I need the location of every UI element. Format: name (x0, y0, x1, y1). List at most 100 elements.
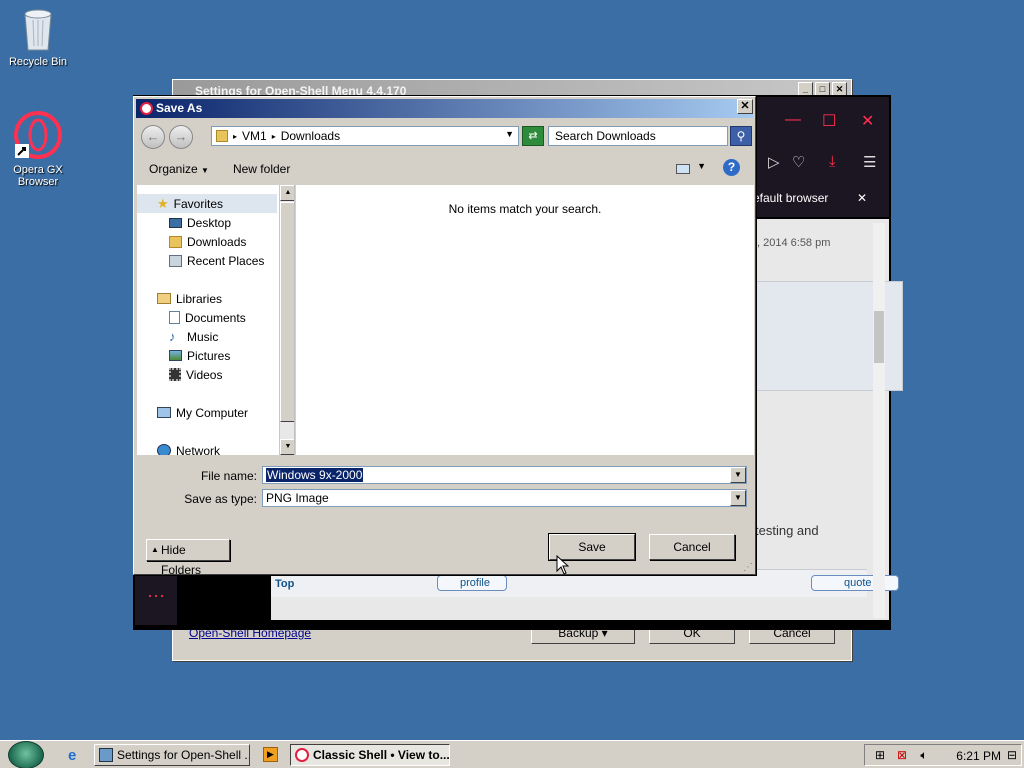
security-tray-icon[interactable]: ⊠ (895, 748, 909, 762)
cancel-label: Cancel (673, 540, 711, 554)
save-as-titlebar[interactable]: Save As (136, 99, 753, 118)
new-folder-button[interactable]: New folder (221, 162, 302, 176)
send-icon[interactable]: ▷ (768, 153, 780, 171)
top-link[interactable]: Top (275, 578, 294, 590)
address-bar[interactable]: ▸ VM1 ▸ Downloads ▼ (211, 126, 519, 146)
dialog-title: Save As (156, 101, 203, 115)
opera-taskbar-icon (295, 748, 309, 762)
maximize-button[interactable]: □ (815, 82, 830, 96)
organize-menu[interactable]: Organize ▼ (137, 162, 221, 176)
save-as-type-dropdown-icon[interactable]: ▼ (730, 490, 746, 506)
opera-scroll-thumb[interactable] (874, 311, 884, 363)
start-button[interactable] (8, 741, 44, 768)
search-input[interactable]: Search Downloads (548, 126, 728, 146)
nav-label: Desktop (187, 215, 232, 230)
search-icon[interactable]: ⚲ (730, 126, 752, 146)
nav-label: Network (176, 443, 221, 456)
breadcrumb-vm1[interactable]: VM1 (242, 129, 267, 143)
ie-quicklaunch-icon[interactable]: e (68, 747, 76, 764)
opera-sidebar-menu-icon[interactable]: ··· (135, 575, 177, 625)
banner-text: efault browser (753, 191, 829, 205)
chevron-up-icon: ▲ (151, 545, 159, 554)
scroll-down-icon[interactable]: ▼ (280, 439, 294, 455)
desktop-icon (169, 217, 182, 228)
file-name-input[interactable]: Windows 9x-2000 ▼ (262, 466, 747, 484)
navigation-pane: ★ Favorites Desktop Downloads Recent Pla… (137, 185, 295, 455)
folder-icon (216, 130, 228, 142)
show-desktop-icon[interactable]: ⊟ (1005, 748, 1019, 762)
media-quicklaunch-icon[interactable]: ▶ (263, 747, 278, 762)
breadcrumb-downloads[interactable]: Downloads (281, 129, 340, 143)
banner-close-icon[interactable]: ✕ (857, 191, 867, 205)
desktop-icon-recycle-bin[interactable]: Recycle Bin (0, 6, 76, 68)
post-body-text: testing and (755, 523, 819, 538)
nav-item-my-computer[interactable]: My Computer (137, 403, 248, 422)
opera-close-icon[interactable]: ✕ (861, 111, 874, 131)
nav-item-downloads[interactable]: Downloads (137, 232, 246, 251)
opera-minimize-icon[interactable]: — (785, 111, 801, 129)
mouse-cursor-icon (556, 555, 569, 575)
settings-app-icon (99, 748, 113, 762)
taskbar-item-opera[interactable]: Classic Shell • View to... (290, 744, 450, 766)
download-icon[interactable]: ⤓ (829, 153, 836, 170)
view-dropdown-icon[interactable]: ▼ (697, 161, 706, 171)
save-as-type-select[interactable]: PNG Image ▼ (262, 489, 747, 507)
breadcrumb-chevron-icon[interactable]: ▸ (272, 132, 276, 141)
nav-item-network[interactable]: Network (137, 441, 220, 455)
nav-item-favorites[interactable]: ★ Favorites (137, 194, 277, 213)
nav-item-videos[interactable]: Videos (137, 365, 222, 384)
videos-icon (169, 368, 181, 381)
nav-scrollbar[interactable]: ▲ ▼ (279, 185, 294, 455)
nav-item-desktop[interactable]: Desktop (137, 213, 231, 232)
nav-item-documents[interactable]: Documents (137, 308, 246, 327)
easy-setup-icon[interactable]: ☰ (863, 153, 876, 171)
opera-app-icon (140, 102, 153, 115)
scroll-up-icon[interactable]: ▲ (280, 185, 294, 201)
taskbar-item-label: Classic Shell • View to... (313, 748, 450, 762)
volume-tray-icon[interactable]: 🔈︎ (917, 748, 931, 762)
cancel-button[interactable]: Cancel (649, 534, 735, 560)
nav-label: Videos (186, 367, 223, 382)
nav-item-music[interactable]: ♪ Music (137, 327, 218, 346)
refresh-button[interactable]: ⇄ (522, 126, 544, 146)
file-name-label: File name: (200, 469, 257, 483)
profile-button[interactable]: profile (437, 575, 507, 591)
nav-item-pictures[interactable]: Pictures (137, 346, 230, 365)
search-placeholder: Search Downloads (555, 129, 656, 143)
nav-label: Music (187, 329, 219, 344)
taskbar: e Settings for Open-Shell ... ▶ Classic … (0, 740, 1024, 768)
nav-label: Recent Places (187, 253, 265, 268)
nav-scroll-thumb[interactable] (280, 202, 294, 422)
nav-item-recent-places[interactable]: Recent Places (137, 251, 264, 270)
heart-icon[interactable]: ♡ (792, 153, 805, 171)
quote-button[interactable]: quote (811, 575, 899, 591)
taskbar-item-settings[interactable]: Settings for Open-Shell ... (94, 744, 250, 766)
desktop-icon-opera-gx[interactable]: Opera GX Browser (0, 110, 76, 188)
save-as-type-value: PNG Image (266, 491, 329, 505)
computer-icon (157, 407, 171, 418)
command-bar: Organize ▼ New folder ▼ ? (137, 155, 752, 183)
address-dropdown-icon[interactable]: ▼ (505, 129, 514, 139)
file-list-pane[interactable]: No items match your search. (296, 185, 754, 455)
dialog-close-button[interactable]: ✕ (737, 99, 753, 114)
taskbar-item-label: Settings for Open-Shell ... (117, 748, 250, 762)
clock[interactable]: 6:21 PM (956, 749, 1001, 763)
close-button[interactable]: ✕ (832, 82, 847, 96)
resize-grip-icon[interactable]: ⋰ (743, 562, 753, 573)
view-icon[interactable] (676, 164, 690, 174)
forward-button[interactable]: → (169, 125, 193, 149)
default-browser-banner: efault browser (753, 187, 853, 209)
file-name-dropdown-icon[interactable]: ▼ (730, 467, 746, 483)
opera-scrollbar[interactable] (873, 223, 885, 618)
help-icon[interactable]: ? (723, 159, 740, 176)
hide-folders-button[interactable]: ▲ Hide Folders (146, 539, 230, 577)
nav-item-libraries[interactable]: Libraries (137, 289, 222, 308)
nav-label: Documents (185, 310, 246, 325)
nav-label: My Computer (176, 405, 249, 420)
back-button[interactable]: ← (141, 125, 165, 149)
music-icon: ♪ (169, 329, 176, 344)
opera-maximize-icon[interactable]: ☐ (822, 111, 836, 131)
minimize-button[interactable]: _ (798, 82, 813, 96)
breadcrumb-chevron-icon[interactable]: ▸ (233, 132, 237, 141)
network-tray-icon[interactable]: ⊞ (873, 748, 887, 762)
